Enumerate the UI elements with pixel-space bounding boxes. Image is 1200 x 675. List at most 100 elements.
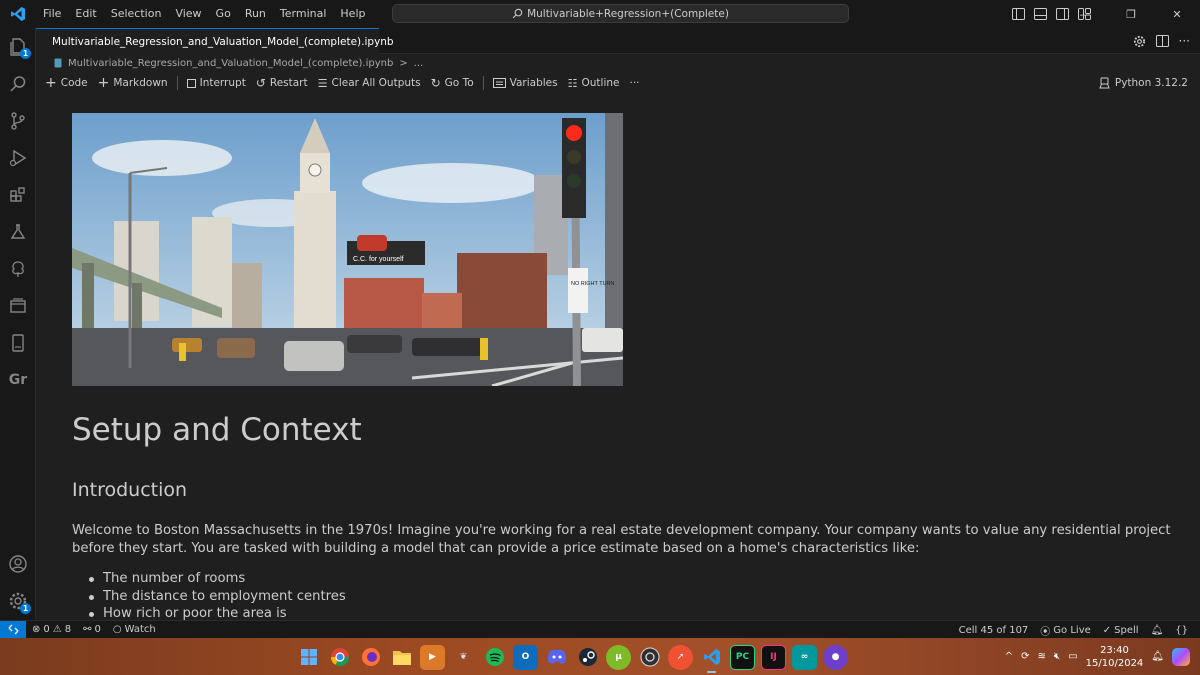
explorer-icon[interactable]: 1 xyxy=(0,28,36,66)
notification-bell-icon[interactable]: 🔔︎ xyxy=(1151,651,1164,662)
notifications-icon[interactable]: 🔔︎ xyxy=(1145,625,1170,636)
notebook-editor[interactable]: C.C. for yourself NO RIGHT TURN Setup an… xyxy=(36,94,1200,620)
boston-street-photo: C.C. for yourself NO RIGHT TURN xyxy=(72,113,623,386)
more-actions-icon[interactable]: ··· xyxy=(1179,34,1190,48)
breadcrumb-more[interactable]: ... xyxy=(414,58,424,69)
menu-file[interactable]: File xyxy=(36,0,68,28)
heading-setup-and-context: Setup and Context xyxy=(72,412,362,448)
menu-terminal[interactable]: Terminal xyxy=(273,0,334,28)
spell-check-button[interactable]: ✓ Spell xyxy=(1097,625,1145,636)
status-bar: ⊗ 0 ⚠ 8 ⚯ 0 ○ Watch Cell 45 of 107 ⦿ Go … xyxy=(0,620,1200,639)
toggle-primary-sidebar-icon[interactable] xyxy=(1012,8,1025,20)
obs-icon[interactable] xyxy=(637,645,662,670)
title-bar: File Edit Selection View Go Run Terminal… xyxy=(0,0,1200,28)
media-player-icon[interactable]: ▶ xyxy=(420,644,445,670)
battery-icon[interactable]: ▭ xyxy=(1068,651,1077,662)
chrome-icon[interactable] xyxy=(327,645,352,670)
arduino-icon[interactable]: ∞ xyxy=(792,644,817,670)
ports-indicator[interactable]: ⚯ 0 xyxy=(77,624,107,635)
restore-icon[interactable]: ❐ xyxy=(1108,8,1154,21)
windows-start-icon[interactable] xyxy=(296,645,321,670)
file-explorer-icon[interactable] xyxy=(389,645,414,670)
close-icon[interactable]: ✕ xyxy=(1154,8,1200,21)
notebook-tab[interactable]: Multivariable_Regression_and_Valuation_M… xyxy=(36,28,394,54)
jupyter-notebook-icon[interactable] xyxy=(0,324,36,362)
breadcrumb-chevron-icon: > xyxy=(399,57,408,69)
remote-explorer-icon[interactable] xyxy=(0,287,36,325)
interrupt-button[interactable]: Interrupt xyxy=(182,77,251,89)
discord-icon[interactable] xyxy=(544,645,569,670)
watch-circle-icon: ○ xyxy=(112,624,122,635)
command-center-label: Multivariable+Regression+(Complete) xyxy=(527,7,729,20)
outline-button[interactable]: ☷ Outline xyxy=(563,77,625,90)
kernel-label: Python 3.12.2 xyxy=(1114,77,1188,89)
billboard-text: C.C. for yourself xyxy=(353,256,404,263)
sync-icon[interactable]: ⟳ xyxy=(1021,651,1029,662)
command-center[interactable]: Multivariable+Regression+(Complete) xyxy=(392,4,849,23)
cell-position[interactable]: Cell 45 of 107 xyxy=(953,625,1035,636)
restart-button[interactable]: ↺ Restart xyxy=(251,76,313,90)
steam-icon[interactable] xyxy=(575,645,600,670)
pycharm-icon[interactable]: PC xyxy=(730,644,755,670)
copilot-icon[interactable] xyxy=(1172,647,1190,666)
minimize-icon[interactable]: — xyxy=(1062,8,1108,21)
language-braces[interactable]: {} xyxy=(1169,625,1194,636)
spotify-icon[interactable] xyxy=(482,645,507,670)
broadcast-icon: ⦿ xyxy=(1040,626,1051,638)
manage-gear-icon[interactable]: 1 xyxy=(0,582,36,620)
check-icon: ✓ xyxy=(1102,624,1112,636)
feather-app-icon[interactable]: ❦ xyxy=(451,645,476,670)
split-editor-icon[interactable] xyxy=(1155,35,1169,47)
notebook-settings-gear-icon[interactable] xyxy=(1133,35,1146,48)
accounts-icon[interactable] xyxy=(0,545,36,583)
intro-paragraph: Welcome to Boston Massachusetts in the 1… xyxy=(72,523,1171,556)
menu-run[interactable]: Run xyxy=(238,0,273,28)
wifi-icon[interactable]: ≋ xyxy=(1038,651,1046,662)
system-tray: ^ ⟳ ≋ 🔇︎ ▭ 23:40 15/10/2024 🔔︎ xyxy=(1005,638,1200,675)
outlook-icon[interactable]: O xyxy=(513,644,538,670)
menu-go[interactable]: Go xyxy=(209,0,238,28)
toggle-panel-icon[interactable] xyxy=(1034,8,1047,20)
menu-selection[interactable]: Selection xyxy=(104,0,169,28)
outline-icon: ☷ xyxy=(567,76,578,90)
kernel-picker[interactable]: Python 3.12.2 xyxy=(1099,72,1188,94)
clear-outputs-icon: ☰ xyxy=(317,76,328,90)
add-markdown-cell-button[interactable]: + Markdown xyxy=(93,75,173,91)
clock-date: 15/10/2024 xyxy=(1085,657,1144,669)
gitlens-tree-icon[interactable] xyxy=(0,250,36,288)
stop-square-icon xyxy=(186,78,196,88)
vscode-taskbar-icon[interactable] xyxy=(699,645,724,673)
list-item: The distance to employment centres xyxy=(87,588,346,606)
postman-icon[interactable]: ➚ xyxy=(668,644,693,670)
firefox-icon[interactable] xyxy=(358,645,383,670)
menu-help[interactable]: Help xyxy=(333,0,372,28)
problems-indicator[interactable]: ⊗ 0 ⚠ 8 xyxy=(26,624,77,635)
go-live-button[interactable]: ⦿ Go Live xyxy=(1034,623,1096,638)
go-to-button[interactable]: ↻ Go To xyxy=(426,76,479,90)
variables-button[interactable]: Variables xyxy=(488,77,563,89)
menu-edit[interactable]: Edit xyxy=(68,0,103,28)
intellij-icon[interactable]: IJ xyxy=(761,644,786,670)
menu-view[interactable]: View xyxy=(168,0,208,28)
kernel-icon xyxy=(1099,77,1110,89)
run-debug-icon[interactable] xyxy=(0,139,36,177)
github-desktop-icon[interactable]: ● xyxy=(823,644,848,670)
search-icon[interactable] xyxy=(0,65,36,103)
breadcrumb-file[interactable]: Multivariable_Regression_and_Valuation_M… xyxy=(68,58,393,69)
remote-indicator-icon[interactable] xyxy=(0,620,26,639)
gr-extension-label[interactable]: Gr xyxy=(0,361,36,399)
testing-flask-icon[interactable] xyxy=(0,213,36,251)
toolbar-more-button[interactable]: ··· xyxy=(624,77,644,89)
utorrent-icon[interactable]: µ xyxy=(606,644,631,670)
warning-icon: ⚠ xyxy=(52,624,62,635)
source-control-icon[interactable] xyxy=(0,102,36,140)
watch-button[interactable]: ○ Watch xyxy=(107,624,162,635)
activity-bar: 1 Gr 1 xyxy=(0,28,36,620)
volume-muted-icon[interactable]: 🔇︎ xyxy=(1054,651,1060,662)
tray-overflow-chevron-icon[interactable]: ^ xyxy=(1005,651,1013,662)
extensions-icon[interactable] xyxy=(0,176,36,214)
clock[interactable]: 23:40 15/10/2024 xyxy=(1086,644,1144,670)
clear-all-outputs-button[interactable]: ☰ Clear All Outputs xyxy=(313,77,426,90)
add-code-cell-button[interactable]: + Code xyxy=(36,75,93,91)
characteristics-list: The number of rooms The distance to empl… xyxy=(87,570,346,620)
